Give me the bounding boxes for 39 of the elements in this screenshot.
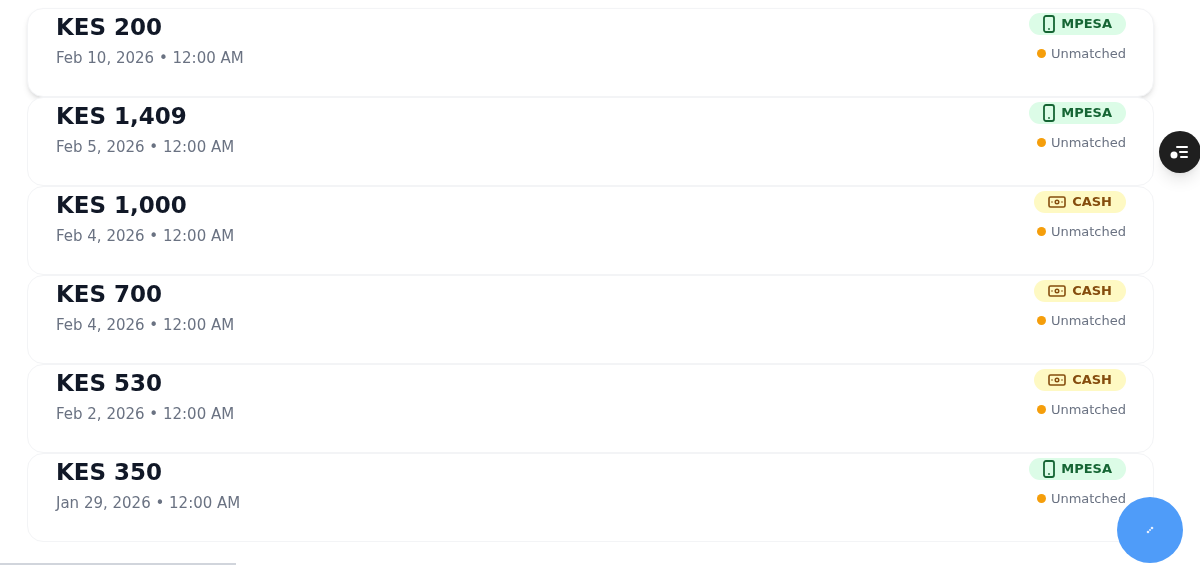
transaction-card[interactable]: KES 700 Feb 4, 2026 • 12:00 AM CASH Unmatched	[27, 275, 1154, 364]
amount: KES 700	[56, 280, 164, 308]
transaction-card[interactable]: KES 200 Feb 10, 2026 • 12:00 AM MPESA Unmatched	[27, 8, 1154, 97]
transaction-date: Feb 2, 2026 • 12:00 AM	[56, 404, 235, 425]
phone-icon	[1043, 104, 1056, 122]
status-label: Unmatched	[1050, 45, 1126, 63]
banknote-icon	[1048, 285, 1067, 297]
banknote-icon	[1048, 196, 1067, 208]
filter-button[interactable]	[1159, 131, 1200, 173]
banknote-icon	[1048, 374, 1067, 386]
amount: KES 1,409	[56, 102, 188, 130]
transaction-date: Feb 4, 2026 • 12:00 AM	[56, 315, 235, 336]
payment-method-badge: CASH	[1034, 369, 1126, 391]
payment-method-badge: MPESA	[1029, 102, 1126, 124]
phone-icon	[1043, 15, 1056, 33]
status-label: Unmatched	[1050, 401, 1126, 419]
payment-method-badge: CASH	[1034, 191, 1126, 213]
phone-icon	[1043, 460, 1056, 478]
amount: KES 530	[56, 369, 164, 397]
amount: KES 200	[56, 13, 164, 41]
transaction-card[interactable]: KES 1,000 Feb 4, 2026 • 12:00 AM CASH Unmatched	[27, 186, 1154, 275]
transaction-date: Feb 5, 2026 • 12:00 AM	[56, 137, 235, 158]
status-label: Unmatched	[1050, 312, 1126, 330]
amount: KES 350	[56, 458, 164, 486]
sparkle-icon	[1145, 525, 1155, 535]
transaction-card[interactable]: KES 1,409 Feb 5, 2026 • 12:00 AM MPESA Unmatched	[27, 97, 1154, 186]
filter-icon	[1169, 143, 1191, 161]
status-label: Unmatched	[1050, 223, 1126, 241]
payment-method-badge: CASH	[1034, 280, 1126, 302]
transaction-date: Feb 10, 2026 • 12:00 AM	[56, 48, 244, 69]
amount: KES 1,000	[56, 191, 188, 219]
status-label: Unmatched	[1050, 134, 1126, 152]
status-label: Unmatched	[1050, 490, 1126, 508]
transaction-date: Feb 4, 2026 • 12:00 AM	[56, 226, 235, 247]
payment-method-badge: MPESA	[1029, 458, 1126, 480]
transaction-card[interactable]: KES 530 Feb 2, 2026 • 12:00 AM CASH Unmatched	[27, 364, 1154, 453]
payment-method-badge: MPESA	[1029, 13, 1126, 35]
transaction-date: Jan 29, 2026 • 12:00 AM	[56, 493, 241, 514]
transaction-card[interactable]: KES 350 Jan 29, 2026 • 12:00 AM MPESA Unmatched	[27, 453, 1154, 542]
